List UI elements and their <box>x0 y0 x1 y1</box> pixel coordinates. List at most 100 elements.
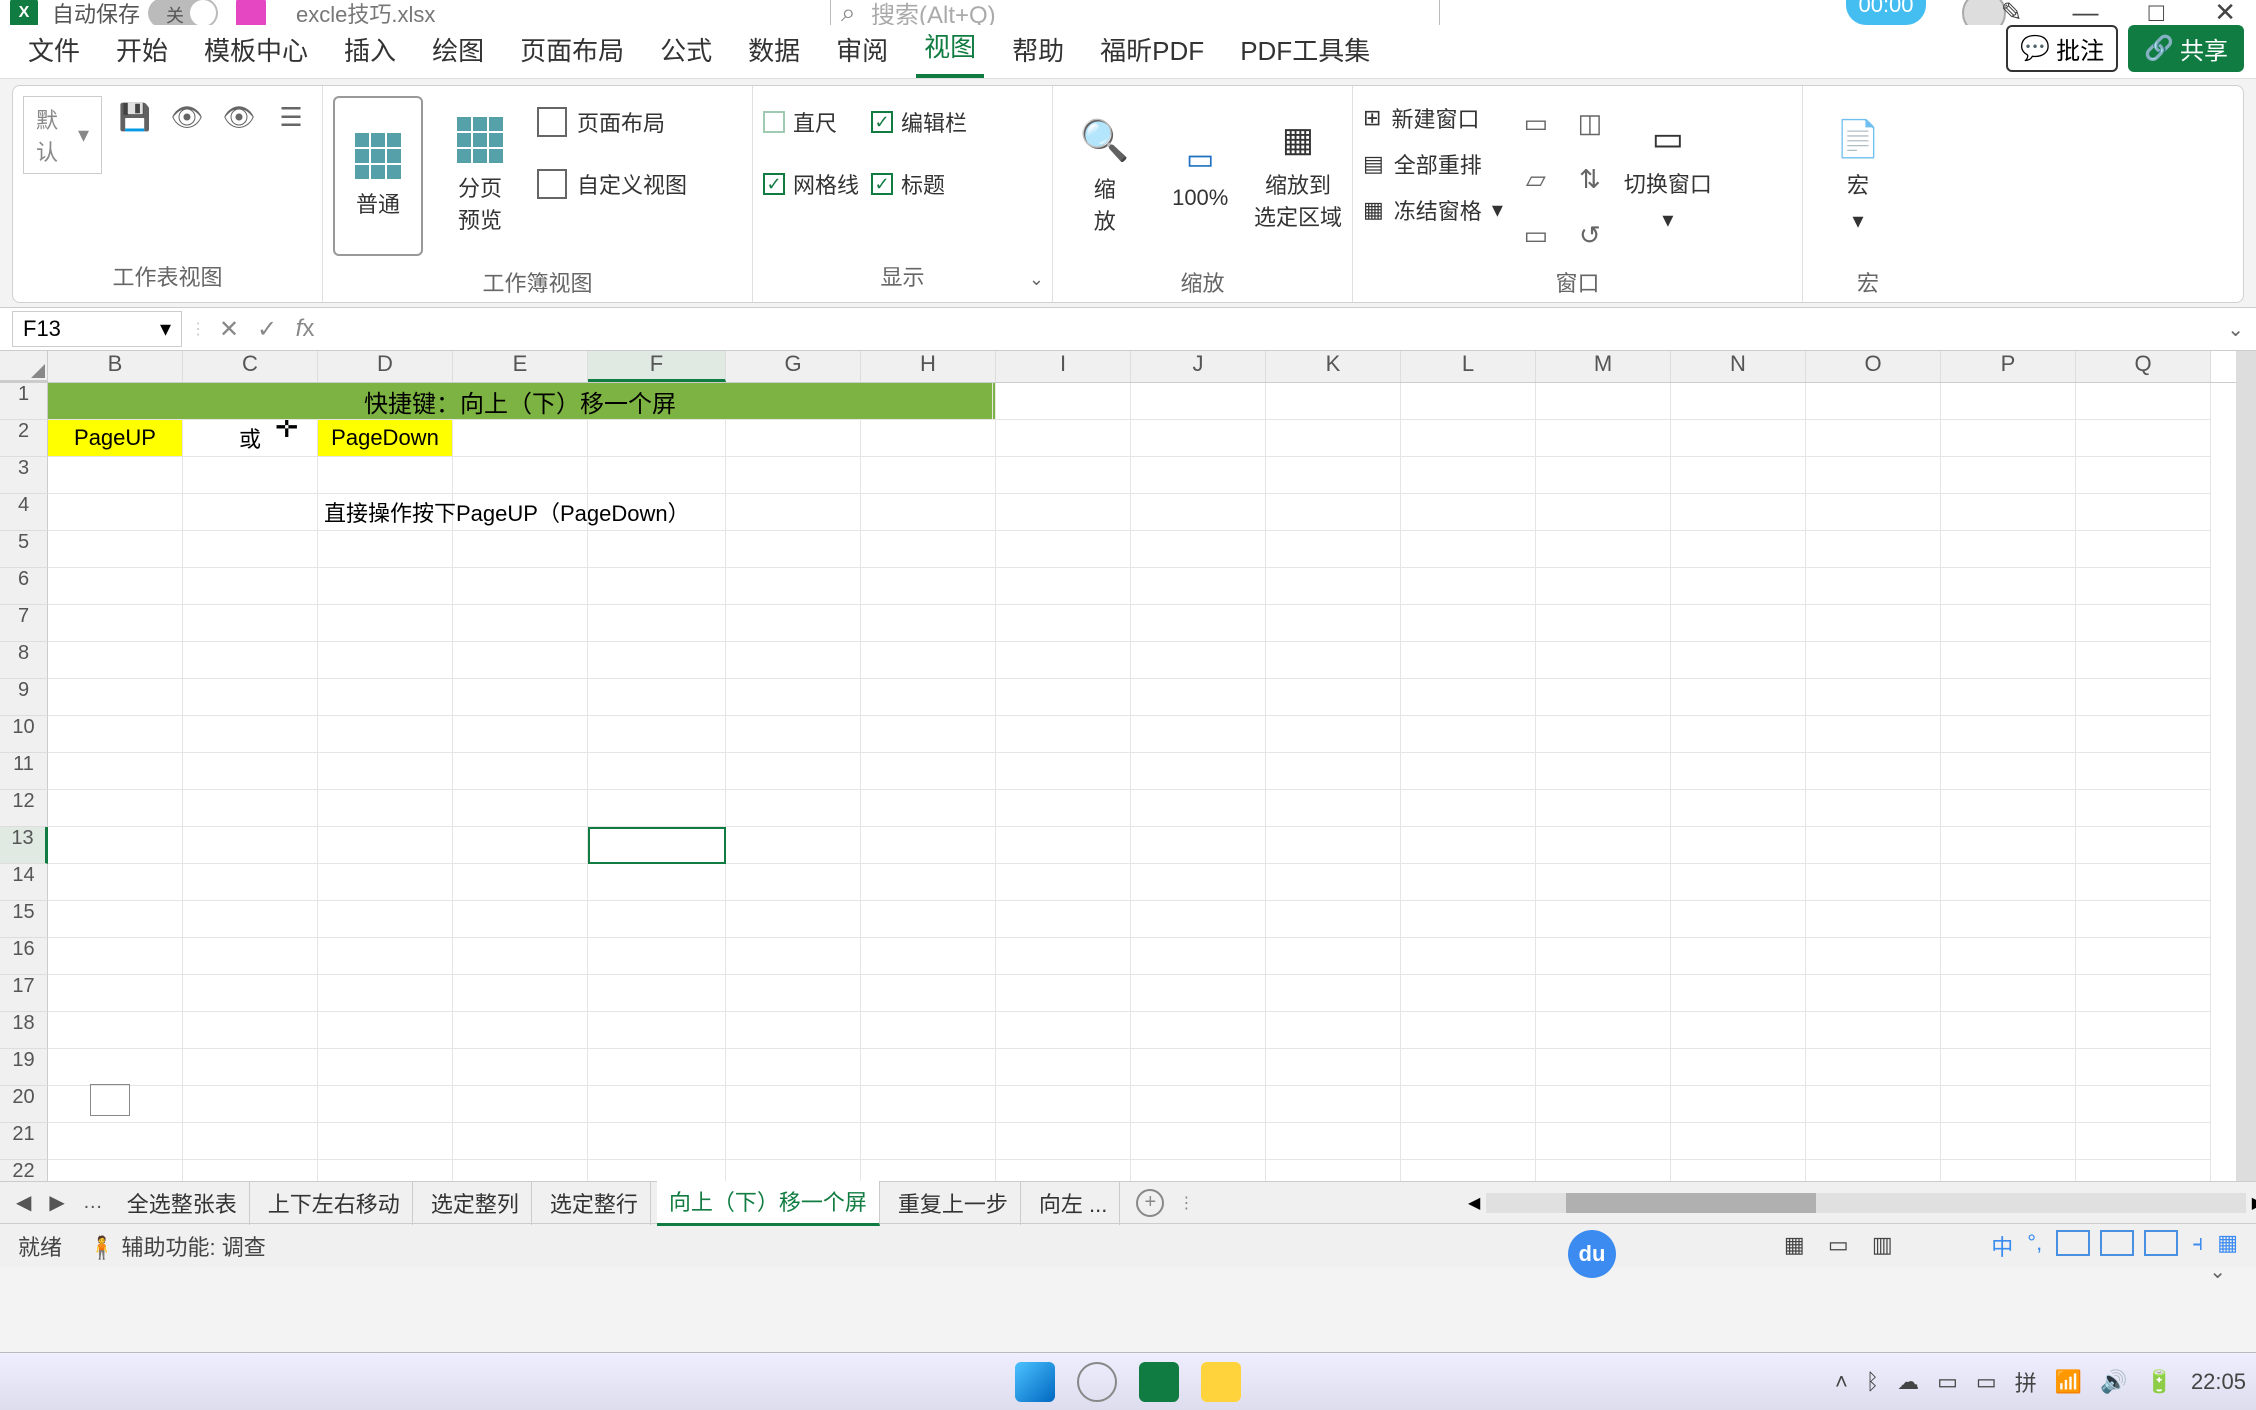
cell[interactable] <box>1131 1160 1266 1181</box>
cell[interactable] <box>996 605 1131 642</box>
cell[interactable] <box>2076 827 2211 864</box>
cell[interactable] <box>588 790 726 827</box>
row-header[interactable]: 15 <box>0 901 48 938</box>
cell[interactable] <box>183 1012 318 1049</box>
cell[interactable] <box>318 716 453 753</box>
cell[interactable] <box>996 531 1131 568</box>
cell[interactable] <box>861 938 996 975</box>
cell[interactable] <box>1131 531 1266 568</box>
cell[interactable] <box>1401 1160 1536 1181</box>
tab-pdftools[interactable]: PDF工具集 <box>1232 21 1378 78</box>
cell[interactable] <box>1671 1086 1806 1123</box>
col-header-N[interactable]: N <box>1671 351 1806 382</box>
cell[interactable] <box>1266 901 1401 938</box>
cell[interactable] <box>2076 568 2211 605</box>
cell[interactable] <box>861 827 996 864</box>
cell[interactable] <box>726 753 861 790</box>
cell[interactable] <box>861 531 996 568</box>
add-sheet-button[interactable]: + <box>1136 1189 1164 1217</box>
cell[interactable] <box>2076 790 2211 827</box>
cell[interactable] <box>996 494 1131 531</box>
pagebreak-view-icon[interactable]: ▥ <box>1867 1230 1897 1260</box>
cell[interactable] <box>318 790 453 827</box>
defender-icon[interactable]: ▭ <box>1937 1369 1958 1395</box>
cell[interactable] <box>861 716 996 753</box>
cell[interactable] <box>48 494 183 531</box>
cell[interactable] <box>996 1012 1131 1049</box>
sheet-tab[interactable]: 选定整列 <box>419 1181 532 1225</box>
cell[interactable] <box>48 827 183 864</box>
expand-icon[interactable]: ⌄ <box>1029 269 1044 290</box>
cell[interactable] <box>1131 679 1266 716</box>
cell[interactable] <box>183 531 318 568</box>
cell[interactable] <box>2076 975 2211 1012</box>
cell[interactable] <box>1671 383 1806 420</box>
tab-template[interactable]: 模板中心 <box>196 21 316 78</box>
row-header[interactable]: 3 <box>0 457 48 494</box>
cell[interactable] <box>1806 1123 1941 1160</box>
cell[interactable] <box>1266 938 1401 975</box>
start-icon[interactable] <box>1015 1362 1055 1402</box>
tab-foxit[interactable]: 福昕PDF <box>1092 21 1212 78</box>
cell[interactable] <box>183 864 318 901</box>
cell[interactable] <box>453 1012 588 1049</box>
cell[interactable] <box>1671 753 1806 790</box>
cell[interactable] <box>183 1049 318 1086</box>
cell[interactable] <box>1806 716 1941 753</box>
cell[interactable] <box>48 679 183 716</box>
cell[interactable] <box>1266 568 1401 605</box>
cell[interactable] <box>861 975 996 1012</box>
zoom-button[interactable]: 🔍缩 放 <box>1063 96 1146 256</box>
cell[interactable] <box>588 753 726 790</box>
col-header-H[interactable]: H <box>861 351 996 382</box>
language-tray-icon[interactable]: 拼 <box>2015 1366 2037 1398</box>
row-header[interactable]: 16 <box>0 938 48 975</box>
cell[interactable] <box>1131 975 1266 1012</box>
cell[interactable] <box>1671 827 1806 864</box>
cell[interactable] <box>1536 1123 1671 1160</box>
cell[interactable] <box>1536 716 1671 753</box>
cell[interactable] <box>453 827 588 864</box>
cell[interactable] <box>183 1160 318 1181</box>
cell[interactable] <box>453 790 588 827</box>
cell[interactable] <box>1806 938 1941 975</box>
cell[interactable] <box>1806 383 1941 420</box>
tab-data[interactable]: 数据 <box>740 21 808 78</box>
baidu-ime-icon[interactable]: du <box>1568 1230 1616 1278</box>
cell[interactable] <box>1266 716 1401 753</box>
cell[interactable] <box>453 568 588 605</box>
cell[interactable] <box>996 1160 1131 1181</box>
cell[interactable] <box>1806 531 1941 568</box>
cell[interactable] <box>1536 753 1671 790</box>
cell[interactable] <box>996 975 1131 1012</box>
ruler-check[interactable]: 直尺 <box>763 106 859 138</box>
cell[interactable] <box>453 753 588 790</box>
cell[interactable] <box>996 1086 1131 1123</box>
cell[interactable] <box>1401 975 1536 1012</box>
cell[interactable] <box>996 790 1131 827</box>
embedded-image[interactable] <box>90 1084 130 1116</box>
row-header[interactable]: 19 <box>0 1049 48 1086</box>
cell[interactable] <box>2076 864 2211 901</box>
cell[interactable] <box>1266 420 1401 457</box>
cell[interactable] <box>1536 494 1671 531</box>
cell[interactable] <box>1941 1123 2076 1160</box>
cell[interactable] <box>1671 642 1806 679</box>
cell[interactable] <box>1401 494 1536 531</box>
tab-layout[interactable]: 页面布局 <box>512 21 632 78</box>
cell[interactable] <box>861 457 996 494</box>
cell[interactable] <box>48 790 183 827</box>
cell[interactable] <box>1806 457 1941 494</box>
cell[interactable] <box>1671 1012 1806 1049</box>
cell[interactable] <box>318 1160 453 1181</box>
cell[interactable] <box>861 753 996 790</box>
new-view-icon[interactable]: 👁 <box>218 96 260 138</box>
zoom100-button[interactable]: ▭100% <box>1158 96 1241 256</box>
cell[interactable] <box>183 938 318 975</box>
cell[interactable] <box>1131 827 1266 864</box>
cell[interactable] <box>453 420 588 457</box>
cell[interactable] <box>1941 642 2076 679</box>
cell[interactable] <box>588 568 726 605</box>
cell[interactable] <box>726 790 861 827</box>
cell[interactable] <box>2076 716 2211 753</box>
